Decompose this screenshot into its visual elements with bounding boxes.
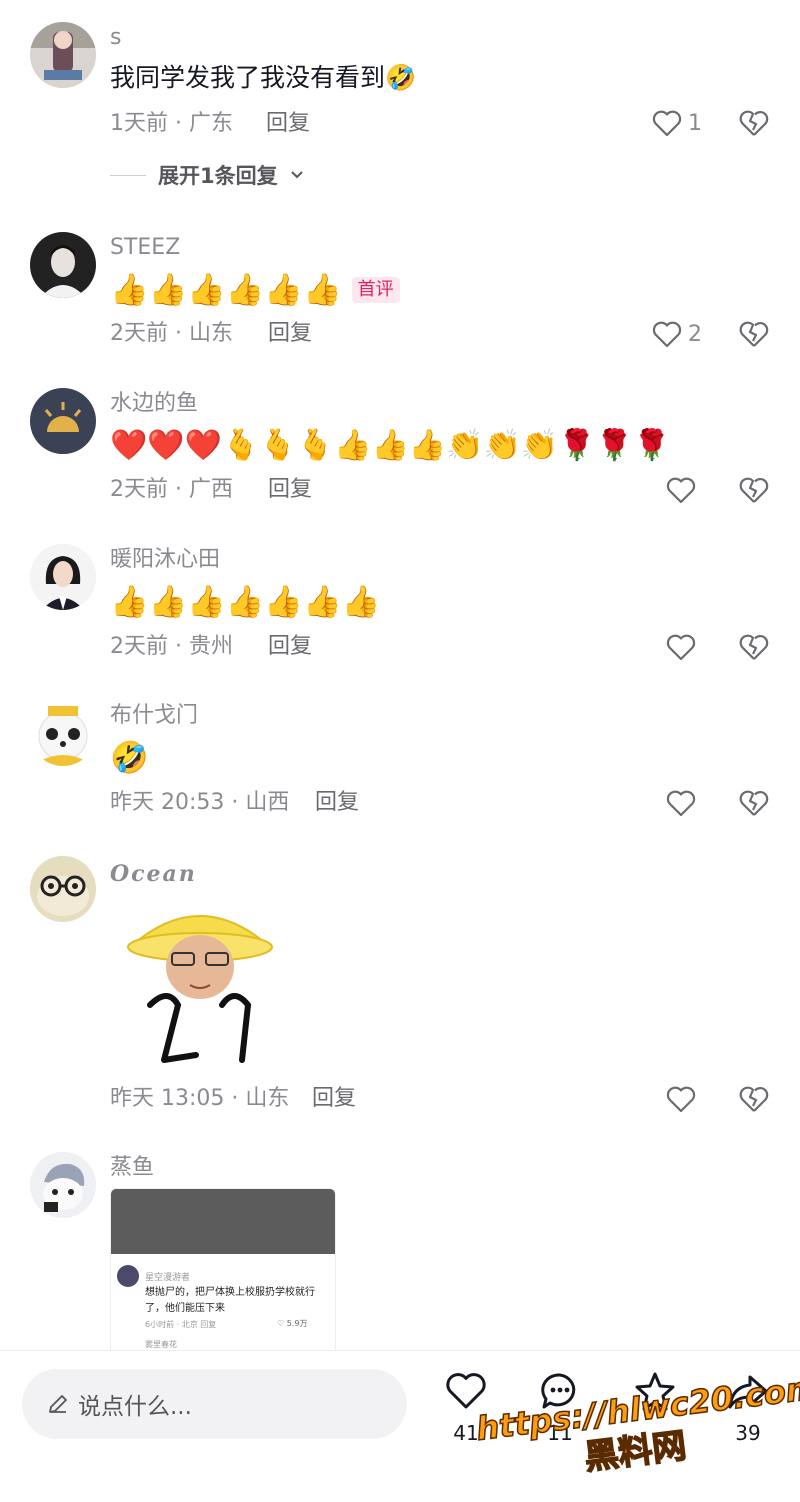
screenshot-time: 6小时前 · 北京 [145, 1320, 198, 1329]
like-button[interactable] [666, 476, 696, 504]
like-count: 2 [688, 321, 702, 347]
broken-heart-icon [739, 790, 769, 816]
dislike-button[interactable] [739, 633, 769, 661]
dislike-button[interactable] [739, 109, 769, 137]
avatar[interactable] [30, 1152, 96, 1218]
like-count: 41 [453, 1421, 479, 1445]
expand-replies-label: 展开1条回复 [158, 164, 278, 188]
username[interactable]: 蒸鱼 [110, 1154, 154, 1182]
reply-button[interactable]: 回复 [268, 476, 312, 504]
comment-item: 暖阳沐心田 👍👍👍👍👍👍👍 2天前 · 贵州 回复 [0, 516, 800, 676]
dislike-button[interactable] [739, 320, 769, 348]
comment-time-location: 昨天 13:05 · 山东 [110, 1086, 290, 1111]
like-button[interactable] [666, 789, 696, 817]
heart-icon [446, 1373, 486, 1409]
screenshot-like-value: 5.9万 [286, 1319, 308, 1328]
broken-heart-icon [739, 634, 769, 660]
pencil-icon [49, 1395, 67, 1413]
heart-icon [666, 634, 696, 661]
screenshot-username: 星空漫游者 [145, 1272, 191, 1283]
username[interactable]: 布什戈门 [110, 702, 198, 730]
first-comment-badge: 首评 [351, 277, 400, 303]
screenshot-reply: 回复 [200, 1320, 217, 1329]
heart-icon [652, 110, 682, 137]
avatar[interactable] [30, 388, 96, 454]
screenshot-meta: 6小时前 · 北京 回复 [145, 1319, 216, 1330]
comment-emoji-text: 🤣 [110, 738, 149, 778]
broken-heart-icon [739, 321, 769, 347]
broken-heart-icon [739, 477, 769, 503]
like-button[interactable]: 1 [652, 109, 702, 137]
avatar[interactable] [30, 544, 96, 610]
screenshot-dark-area [111, 1189, 335, 1254]
comment-emojis: ❤️❤️❤️🫰🫰🫰👍👍👍👏👏👏🌹🌹🌹 [110, 428, 671, 463]
screenshot-header: 星空漫游者 [117, 1265, 190, 1287]
comment-time-location: 昨天 20:53 · 山西 [110, 790, 290, 815]
heart-icon [666, 790, 696, 817]
comment-time-location: 2天前 · 山东 [110, 321, 233, 346]
dislike-button[interactable] [739, 789, 769, 817]
sticker-image[interactable] [110, 895, 290, 1073]
comment-text: 我同学发我了我没有看到🤣 [110, 63, 417, 92]
heart-icon [652, 321, 682, 348]
broken-heart-icon [739, 1086, 769, 1112]
avatar[interactable] [30, 856, 96, 922]
heart-icon [666, 477, 696, 504]
expand-replies-button[interactable]: 展开1条回复 [110, 160, 304, 190]
heart-icon [666, 1086, 696, 1113]
reply-button[interactable]: 回复 [266, 110, 310, 138]
divider [110, 174, 146, 176]
avatar [117, 1265, 139, 1287]
avatar[interactable] [30, 22, 96, 88]
like-count: 1 [688, 110, 702, 136]
chevron-down-icon [290, 171, 303, 179]
comment-emoji-text: 👍👍👍👍👍👍👍 [110, 582, 380, 622]
comment-input[interactable]: 说点什么... [22, 1369, 407, 1439]
comment-input-placeholder: 说点什么... [78, 1394, 192, 1420]
username[interactable]: s [110, 24, 121, 52]
avatar[interactable] [30, 232, 96, 298]
reply-button[interactable]: 回复 [268, 320, 312, 348]
screenshot-subreply: 雾里春花 [145, 1340, 177, 1349]
comment-emojis: 👍👍👍👍👍👍👍 [110, 584, 381, 620]
comment-screenshot-image[interactable]: 星空漫游者 想抛尸的，把尸体换上校服扔学校就行了，他们能压下来 6小时前 · 北… [110, 1188, 336, 1355]
comment-emoji-text: 👍👍👍👍👍👍 首评 [110, 270, 400, 310]
broken-heart-icon [739, 110, 769, 136]
comment-emojis: 👍👍👍👍👍👍 [110, 272, 342, 308]
comment-time-location: 1天前 · 广东 [110, 111, 233, 136]
like-button[interactable]: 2 [652, 320, 702, 348]
avatar[interactable] [30, 700, 96, 766]
comment-item: 水边的鱼 ❤️❤️❤️🫰🫰🫰👍👍👍👏👏👏🌹🌹🌹 2天前 · 广西 回复 [0, 360, 800, 520]
comment-time-location: 2天前 · 广西 [110, 477, 233, 502]
dislike-button[interactable] [739, 1085, 769, 1113]
like-button[interactable] [666, 1085, 696, 1113]
reply-button[interactable]: 回复 [315, 789, 359, 817]
dislike-button[interactable] [739, 476, 769, 504]
username[interactable]: 水边的鱼 [110, 390, 198, 418]
comment-item: 布什戈门 🤣 昨天 20:53 · 山西 回复 [0, 672, 800, 832]
screenshot-like-count: ♡ 5.9万 [277, 1319, 308, 1328]
comment-item: STEEZ 👍👍👍👍👍👍 首评 2天前 · 山东 回复 2 [0, 200, 800, 360]
comment-emoji-text: ❤️❤️❤️🫰🫰🫰👍👍👍👏👏👏🌹🌹🌹 [110, 426, 670, 466]
username[interactable]: 暖阳沐心田 [110, 546, 220, 574]
like-button[interactable] [666, 633, 696, 661]
comment-time-location: 2天前 · 贵州 [110, 634, 233, 659]
username[interactable]: Ocean [110, 860, 197, 888]
reply-button[interactable]: 回复 [268, 633, 312, 661]
reply-button[interactable]: 回复 [312, 1085, 356, 1113]
username[interactable]: STEEZ [110, 234, 180, 262]
comment-emojis: 🤣 [110, 740, 149, 776]
screenshot-text: 想抛尸的，把尸体换上校服扔学校就行了，他们能压下来 [145, 1287, 315, 1314]
comment-item: s 我同学发我了我没有看到🤣 1天前 · 广东 回复 1 展开1条回复 [0, 0, 800, 200]
